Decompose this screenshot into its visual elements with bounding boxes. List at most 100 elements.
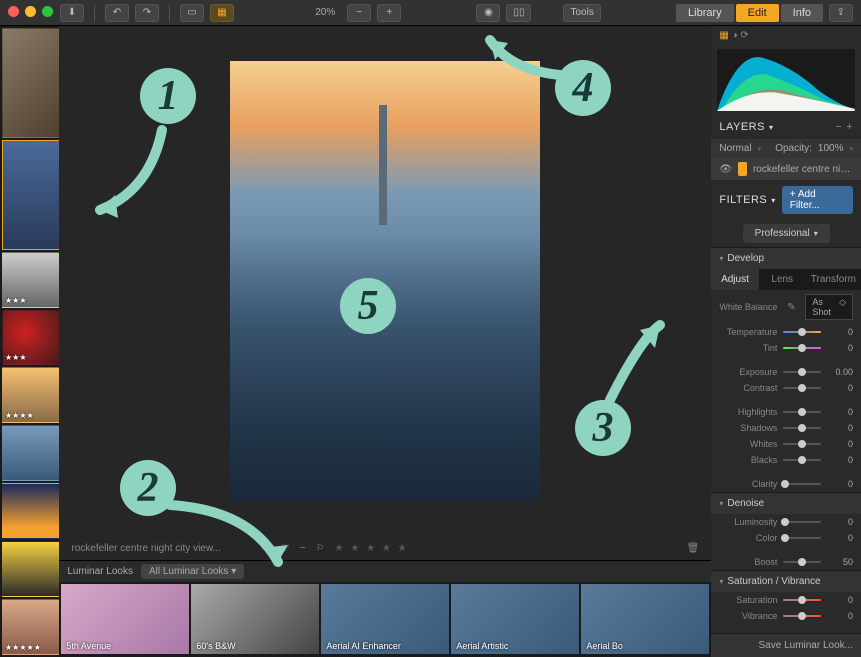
slider-color[interactable]: Color0 bbox=[711, 530, 861, 546]
filmstrip-thumb[interactable]: ★★★★★ bbox=[2, 599, 59, 655]
preview-button[interactable]: ◉ bbox=[476, 4, 500, 22]
look-preset[interactable]: Aerial Bo bbox=[581, 584, 709, 654]
minimize-icon[interactable] bbox=[25, 6, 36, 17]
slider-knob[interactable] bbox=[798, 424, 806, 432]
slider-temperature[interactable]: Temperature0 bbox=[711, 324, 861, 340]
filmstrip-thumb[interactable] bbox=[2, 541, 59, 597]
slider-track[interactable] bbox=[783, 615, 821, 617]
slider-knob[interactable] bbox=[781, 534, 789, 542]
look-preset[interactable]: 5th Avenue bbox=[61, 584, 189, 654]
rating-stars[interactable]: ★ ★ ★ ★ ★ bbox=[335, 543, 409, 554]
flag-icon[interactable]: ⚐ bbox=[316, 543, 325, 554]
slider-knob[interactable] bbox=[798, 344, 806, 352]
develop-header[interactable]: Develop bbox=[711, 248, 861, 269]
layout-single-button[interactable]: ▭ bbox=[180, 4, 204, 22]
layer-remove-icon[interactable]: − bbox=[835, 121, 842, 133]
looks-strip[interactable]: 5th Avenue60's B&WAerial AI EnhancerAeri… bbox=[59, 582, 711, 657]
slider-saturation[interactable]: Saturation0 bbox=[711, 592, 861, 608]
slider-track[interactable] bbox=[783, 483, 821, 485]
slider-track[interactable] bbox=[783, 331, 821, 333]
slider-knob[interactable] bbox=[798, 408, 806, 416]
zoom-in-button[interactable]: + bbox=[377, 4, 401, 22]
slider-tint[interactable]: Tint0 bbox=[711, 340, 861, 356]
filters-header[interactable]: FILTERS▾ bbox=[719, 194, 775, 206]
slider-shadows[interactable]: Shadows0 bbox=[711, 420, 861, 436]
slider-knob[interactable] bbox=[781, 480, 789, 488]
slider-boost[interactable]: Boost50 bbox=[711, 554, 861, 570]
main-image[interactable] bbox=[230, 61, 540, 501]
slider-knob[interactable] bbox=[798, 440, 806, 448]
layout-grid-button[interactable]: ▦ bbox=[210, 4, 234, 22]
add-filter-button[interactable]: + Add Filter... bbox=[782, 186, 853, 214]
filmstrip-thumb[interactable] bbox=[2, 483, 59, 539]
tools-menu[interactable]: Tools bbox=[563, 4, 600, 22]
filmstrip-thumb[interactable] bbox=[2, 140, 59, 250]
slider-track[interactable] bbox=[783, 561, 821, 563]
slider-track[interactable] bbox=[783, 411, 821, 413]
export-button[interactable]: ⬇ bbox=[60, 4, 84, 22]
eyedropper-icon[interactable]: ✎ bbox=[783, 299, 799, 315]
wb-mode-select[interactable]: As Shot◇ bbox=[805, 294, 853, 320]
denoise-header[interactable]: Denoise bbox=[711, 493, 861, 514]
zoom-level[interactable]: 20% bbox=[309, 7, 341, 18]
redo-button[interactable]: ↷ bbox=[135, 4, 159, 22]
tab-edit[interactable]: Edit bbox=[736, 4, 779, 22]
tab-info[interactable]: Info bbox=[781, 4, 823, 22]
satvib-header[interactable]: Saturation / Vibrance bbox=[711, 571, 861, 592]
filmstrip[interactable]: ★★★★★★★★★★★★★★★ bbox=[0, 26, 59, 657]
histogram[interactable] bbox=[717, 49, 855, 111]
save-look-button[interactable]: Save Luminar Look... bbox=[711, 633, 861, 657]
slider-blacks[interactable]: Blacks0 bbox=[711, 452, 861, 468]
slider-track[interactable] bbox=[783, 387, 821, 389]
slider-exposure[interactable]: Exposure0.00 bbox=[711, 364, 861, 380]
slider-luminosity[interactable]: Luminosity0 bbox=[711, 514, 861, 530]
close-icon[interactable] bbox=[8, 6, 19, 17]
slider-track[interactable] bbox=[783, 521, 821, 523]
tab-transform[interactable]: Transform bbox=[806, 269, 861, 290]
looks-dropdown[interactable]: All Luminar Looks ▾ bbox=[141, 564, 244, 579]
visibility-icon[interactable]: 👁 bbox=[719, 164, 732, 175]
slider-track[interactable] bbox=[783, 459, 821, 461]
slider-knob[interactable] bbox=[798, 558, 806, 566]
trash-icon[interactable]: 🗑 bbox=[687, 543, 700, 554]
look-preset[interactable]: Aerial AI Enhancer bbox=[321, 584, 449, 654]
filmstrip-thumb[interactable]: ★★★★ bbox=[2, 367, 59, 423]
zoom-icon[interactable] bbox=[42, 6, 53, 17]
image-icon[interactable]: ▦ bbox=[719, 30, 728, 41]
layer-item[interactable]: 👁 rockefeller centre night city view.jpg bbox=[711, 158, 861, 180]
slider-track[interactable] bbox=[783, 443, 821, 445]
slider-knob[interactable] bbox=[798, 328, 806, 336]
slider-clarity[interactable]: Clarity0 bbox=[711, 476, 861, 492]
canvas[interactable] bbox=[59, 26, 711, 536]
opacity-value[interactable]: 100% bbox=[818, 143, 844, 154]
slider-vibrance[interactable]: Vibrance0 bbox=[711, 608, 861, 624]
slider-knob[interactable] bbox=[798, 384, 806, 392]
zoom-out-button[interactable]: − bbox=[347, 4, 371, 22]
slider-track[interactable] bbox=[783, 347, 821, 349]
look-preset[interactable]: Aerial Artistic bbox=[451, 584, 579, 654]
slider-track[interactable] bbox=[783, 599, 821, 601]
tab-lens[interactable]: Lens bbox=[759, 269, 806, 290]
slider-knob[interactable] bbox=[798, 368, 806, 376]
filmstrip-thumb[interactable]: ★★★ bbox=[2, 310, 59, 366]
workspace-select[interactable]: Professional ▾ bbox=[743, 224, 830, 243]
tab-library[interactable]: Library bbox=[676, 4, 734, 22]
slider-knob[interactable] bbox=[798, 612, 806, 620]
filmstrip-thumb[interactable]: ★★★ bbox=[2, 252, 59, 308]
slider-whites[interactable]: Whites0 bbox=[711, 436, 861, 452]
slider-knob[interactable] bbox=[798, 596, 806, 604]
blend-mode-select[interactable]: Normal bbox=[719, 143, 751, 154]
tab-adjust[interactable]: Adjust bbox=[711, 269, 758, 290]
filmstrip-thumb[interactable] bbox=[2, 28, 59, 138]
favorite-icon[interactable]: ♡ bbox=[281, 543, 290, 554]
slider-track[interactable] bbox=[783, 371, 821, 373]
look-preset[interactable]: 60's B&W bbox=[191, 584, 319, 654]
share-button[interactable]: ⇪ bbox=[829, 4, 853, 22]
history-icon[interactable]: ⟳ bbox=[740, 30, 748, 41]
layer-add-icon[interactable]: + bbox=[846, 121, 853, 133]
slider-knob[interactable] bbox=[781, 518, 789, 526]
layers-header[interactable]: LAYERS▾ −+ bbox=[711, 115, 861, 139]
slider-track[interactable] bbox=[783, 537, 821, 539]
undo-button[interactable]: ↶ bbox=[105, 4, 129, 22]
slider-contrast[interactable]: Contrast0 bbox=[711, 380, 861, 396]
